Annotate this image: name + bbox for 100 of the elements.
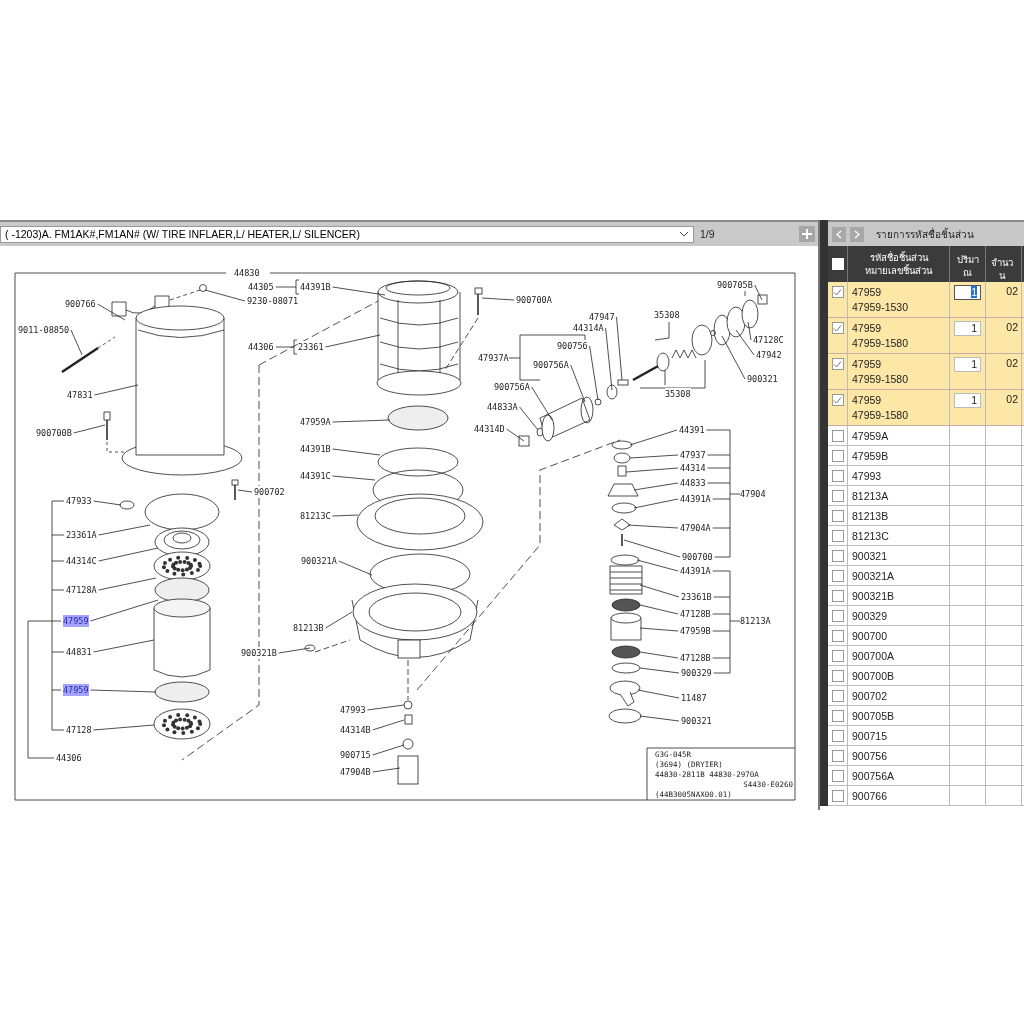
row-checkbox[interactable] xyxy=(831,450,844,462)
part-callout[interactable]: 47128B xyxy=(680,608,711,620)
part-row[interactable]: 81213C xyxy=(828,526,1024,546)
part-callout[interactable]: 900756 xyxy=(557,340,588,352)
part-callout[interactable]: 47933 xyxy=(66,495,92,507)
part-row[interactable]: 900715 xyxy=(828,726,1024,746)
part-row[interactable]: 47959 47959-1580 1 02 xyxy=(828,390,1024,426)
part-callout[interactable]: 44314A xyxy=(573,322,604,334)
quantity-field[interactable]: 1 xyxy=(954,285,981,300)
part-callout[interactable]: 44831 xyxy=(66,646,92,658)
part-callout[interactable]: 35308 xyxy=(654,309,680,321)
part-callout[interactable]: 47904 xyxy=(740,488,766,500)
row-checkbox[interactable] xyxy=(831,490,844,502)
part-callout[interactable]: 47128B xyxy=(680,652,711,664)
part-callout[interactable]: 900700 xyxy=(682,551,713,563)
part-callout[interactable]: 900321 xyxy=(747,373,778,385)
row-checkbox[interactable] xyxy=(831,570,844,582)
part-callout[interactable]: 44314D xyxy=(474,423,505,435)
row-checkbox[interactable] xyxy=(831,610,844,622)
row-checkbox[interactable] xyxy=(831,790,844,802)
part-row[interactable]: 900700 xyxy=(828,626,1024,646)
part-callout[interactable]: 23361 xyxy=(298,341,324,353)
next-button[interactable] xyxy=(850,226,864,242)
part-row[interactable]: 47959 47959-1580 1 02 xyxy=(828,318,1024,354)
part-row[interactable]: 900705B xyxy=(828,706,1024,726)
part-callout[interactable]: 47128 xyxy=(66,724,92,736)
select-all-checkbox[interactable] xyxy=(831,258,844,270)
part-row[interactable]: 900321B xyxy=(828,586,1024,606)
part-callout[interactable]: 44391B xyxy=(300,281,331,293)
part-callout[interactable]: 44391B xyxy=(300,443,331,455)
add-button[interactable] xyxy=(799,226,815,242)
previous-button[interactable] xyxy=(832,226,846,242)
row-checkbox[interactable] xyxy=(831,750,844,762)
part-callout[interactable]: 900702 xyxy=(254,486,285,498)
part-callout[interactable]: 44314B xyxy=(340,724,371,736)
part-row[interactable]: 900329 xyxy=(828,606,1024,626)
part-callout[interactable]: 900766 xyxy=(65,298,96,310)
part-callout[interactable]: 47947 xyxy=(589,311,615,323)
part-callout[interactable]: 44314 xyxy=(680,462,706,474)
quantity-field[interactable]: 1 xyxy=(954,393,981,408)
part-callout[interactable]: 44306 xyxy=(248,341,274,353)
row-checkbox[interactable] xyxy=(831,670,844,682)
part-row[interactable]: 900756A xyxy=(828,766,1024,786)
row-checkbox[interactable] xyxy=(831,510,844,522)
part-callout[interactable]: 44833A xyxy=(487,401,518,413)
part-callout[interactable]: 47904A xyxy=(680,522,711,534)
part-callout[interactable]: 47937 xyxy=(680,449,706,461)
part-callout[interactable]: 81213A xyxy=(740,615,771,627)
part-callout[interactable]: 44305 xyxy=(248,281,274,293)
part-callout[interactable]: 44391C xyxy=(300,470,331,482)
part-callout[interactable]: 9230-08071 xyxy=(247,295,299,307)
part-callout[interactable]: 47128C xyxy=(753,334,784,346)
part-callout[interactable]: 900756A xyxy=(533,359,569,371)
row-checkbox[interactable] xyxy=(831,550,844,562)
part-row[interactable]: 47993 xyxy=(828,466,1024,486)
part-row[interactable]: 900766 xyxy=(828,786,1024,806)
part-row[interactable]: 47959B xyxy=(828,446,1024,466)
row-checkbox[interactable] xyxy=(831,286,844,298)
part-callout[interactable]: 47959 xyxy=(63,615,89,627)
row-checkbox[interactable] xyxy=(831,770,844,782)
row-checkbox[interactable] xyxy=(831,690,844,702)
part-callout[interactable]: 44314C xyxy=(66,555,97,567)
part-callout[interactable]: 900715 xyxy=(340,749,371,761)
part-callout[interactable]: 47942 xyxy=(756,349,782,361)
part-row[interactable]: 47959 47959-1530 1 02 xyxy=(828,282,1024,318)
part-row[interactable]: 900321A xyxy=(828,566,1024,586)
part-callout[interactable]: 47937A xyxy=(478,352,509,364)
part-callout[interactable]: 9011-08850 xyxy=(18,324,70,336)
part-row[interactable]: 900756 xyxy=(828,746,1024,766)
part-callout[interactable]: 81213B xyxy=(293,622,324,634)
part-callout[interactable]: 44833 xyxy=(680,477,706,489)
part-callout[interactable]: 47959 xyxy=(63,684,89,696)
part-callout[interactable]: 35308 xyxy=(665,388,691,400)
part-row[interactable]: 81213A xyxy=(828,486,1024,506)
part-callout[interactable]: 11487 xyxy=(681,692,707,704)
part-row[interactable]: 47959A xyxy=(828,426,1024,446)
part-callout[interactable]: 900700A xyxy=(516,294,552,306)
part-callout[interactable]: 44391 xyxy=(679,424,705,436)
part-callout[interactable]: 44830 xyxy=(234,267,260,279)
row-checkbox[interactable] xyxy=(831,530,844,542)
part-callout[interactable]: 900321B xyxy=(241,647,277,659)
row-checkbox[interactable] xyxy=(831,322,844,334)
row-checkbox[interactable] xyxy=(831,358,844,370)
quantity-field[interactable]: 1 xyxy=(954,357,981,372)
part-callout[interactable]: 900321 xyxy=(681,715,712,727)
row-checkbox[interactable] xyxy=(831,710,844,722)
part-row[interactable]: 900702 xyxy=(828,686,1024,706)
quantity-field[interactable]: 1 xyxy=(954,321,981,336)
row-checkbox[interactable] xyxy=(831,394,844,406)
part-callout[interactable]: 900705B xyxy=(717,279,753,291)
part-callout[interactable]: 23361A xyxy=(66,529,97,541)
row-checkbox[interactable] xyxy=(831,430,844,442)
part-callout[interactable]: 900329 xyxy=(681,667,712,679)
diagram-selector[interactable]: ( -1203)A. FM1AK#,FM1AN# (W/ TIRE INFLAER,L/ HEATER,L/ SILENCER) xyxy=(0,225,694,243)
part-row[interactable]: 900700B xyxy=(828,666,1024,686)
row-checkbox[interactable] xyxy=(831,470,844,482)
part-callout[interactable]: 900700B xyxy=(36,427,72,439)
part-callout[interactable]: 47993 xyxy=(340,704,366,716)
part-callout[interactable]: 900321A xyxy=(301,555,337,567)
part-callout[interactable]: 47959A xyxy=(300,416,331,428)
